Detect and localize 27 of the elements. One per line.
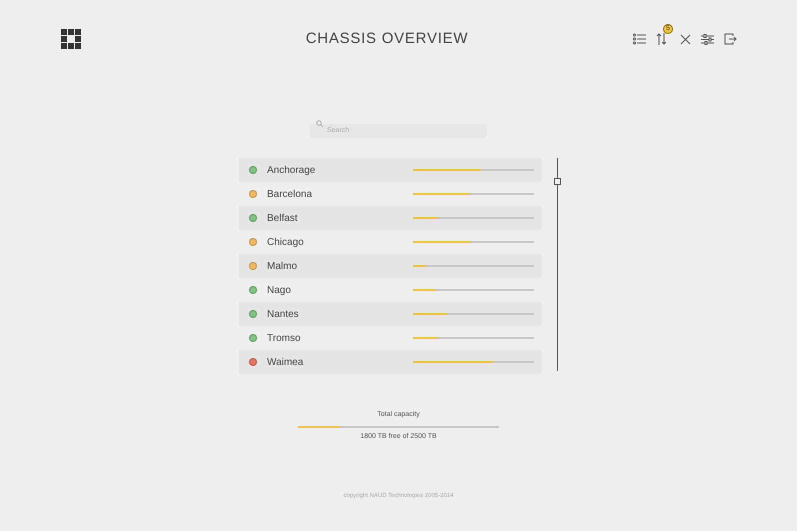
scroll-thumb[interactable] (554, 178, 561, 185)
logout-icon[interactable] (724, 33, 737, 45)
location-name: Belfast (267, 212, 299, 226)
location-row[interactable]: Nantes (239, 302, 542, 326)
location-row[interactable]: Barcelona (239, 182, 542, 206)
list-icon[interactable] (633, 33, 646, 45)
location-name: Waimea (267, 356, 304, 370)
close-icon[interactable] (680, 34, 691, 44)
location-name: Nago (267, 284, 292, 298)
sort-icon[interactable] (656, 32, 668, 46)
location-name: Malmo (267, 260, 298, 274)
location-name: Chicago (267, 236, 305, 250)
location-name: Anchorage (267, 164, 316, 178)
search-icon (316, 120, 323, 126)
location-row[interactable]: Belfast (239, 206, 542, 230)
grid-icon[interactable] (61, 29, 81, 49)
location-name: Nantes (267, 308, 300, 322)
location-name: Tromso (267, 332, 302, 346)
sliders-icon[interactable] (701, 34, 714, 44)
page-title: CHASSIS OVERVIEW (304, 28, 468, 49)
location-row[interactable]: Nago (239, 278, 542, 302)
location-row[interactable]: Tromso (239, 326, 542, 350)
location-row[interactable]: Waimea (239, 350, 542, 374)
location-row[interactable]: Chicago (239, 230, 542, 254)
location-row[interactable]: Malmo (239, 254, 542, 278)
location-name: Barcelona (267, 188, 314, 202)
location-row[interactable]: Anchorage (239, 158, 542, 182)
